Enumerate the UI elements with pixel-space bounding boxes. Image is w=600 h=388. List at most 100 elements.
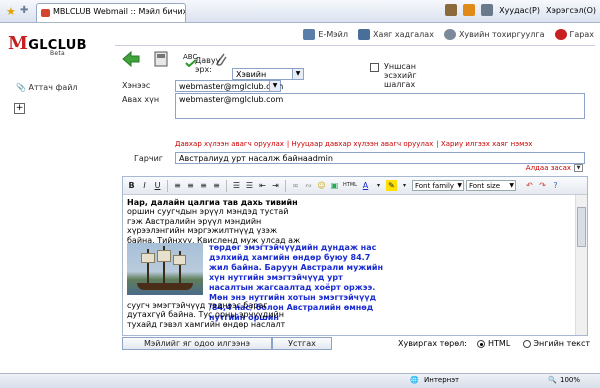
- from-label: Хэнээс: [122, 81, 151, 90]
- align-left-icon[interactable]: ≡: [172, 180, 183, 191]
- from-select[interactable]: webmaster@mglclub.com ▼: [175, 80, 283, 92]
- collapse-toggle[interactable]: Алдаа засах ▼: [526, 164, 583, 172]
- format-html-radio[interactable]: [477, 339, 486, 348]
- to-label: Авах хүн: [122, 95, 160, 104]
- feed-icon[interactable]: [463, 4, 476, 16]
- italic-button[interactable]: I: [139, 180, 150, 191]
- emoticon-icon[interactable]: ☺: [316, 180, 327, 191]
- delete-button[interactable]: Устгах: [272, 337, 332, 350]
- browser-tools: Хуудас(P) Хэрэгсэл(O): [445, 4, 596, 16]
- bold-button[interactable]: B: [126, 180, 137, 191]
- image-icon[interactable]: ▣: [329, 180, 340, 191]
- redo-icon[interactable]: ↷: [537, 180, 548, 191]
- zoom-icon[interactable]: 🔍: [548, 376, 557, 384]
- page-menu[interactable]: Хуудас(P): [499, 6, 540, 15]
- format-text-radio[interactable]: [522, 339, 531, 348]
- tab-title: MBLCLUB Webmail :: Мэйл бичих: [53, 7, 186, 16]
- nav-settings[interactable]: Хувийн тохиргуулга: [443, 29, 545, 40]
- logout-icon: [554, 29, 567, 40]
- number-list-icon[interactable]: ☰: [244, 180, 255, 191]
- format-html-label: HTML: [488, 339, 511, 348]
- body-line: дутахгүй байна. Тус орны эрчүүдийн: [127, 310, 284, 320]
- help-icon[interactable]: ?: [550, 180, 561, 191]
- save-draft-icon[interactable]: [152, 51, 170, 67]
- attach-file[interactable]: 📎 Аттач файл: [16, 83, 78, 92]
- body-line: хүрээлэнгийн мэргэжилтнүүд үзэж: [127, 226, 278, 236]
- print-icon[interactable]: [481, 4, 494, 16]
- toolbar-divider: [285, 179, 286, 192]
- scrollbar-thumb[interactable]: [577, 207, 586, 247]
- editor-scrollbar[interactable]: [575, 195, 587, 335]
- gear-icon: [443, 29, 456, 40]
- nav-email[interactable]: E-Мэйл: [303, 29, 348, 40]
- priority-select[interactable]: Хэвийн ▼: [232, 68, 304, 80]
- add-cc-link[interactable]: Давхар хүлээн авагч оруулах: [175, 140, 284, 148]
- chevron-down-icon[interactable]: ▾: [399, 180, 410, 191]
- priority-label: Давуу эрх:: [195, 56, 221, 74]
- browser-tab[interactable]: MBLCLUB Webmail :: Мэйл бичих: [36, 3, 186, 22]
- body-line: гэж Австралийн эрүүл мэндийн: [127, 216, 262, 226]
- body-line: суугч эмэгтэйчүүд тэднээс бараг: [127, 301, 268, 310]
- tab-favicon-icon: [41, 9, 50, 17]
- chevron-down-icon: ▼: [457, 182, 462, 189]
- chevron-down-icon: ▼: [509, 182, 514, 189]
- logo-letter: M: [8, 33, 29, 54]
- format-options: Хувиргах төрөл: HTML Энгийн текст: [398, 339, 590, 348]
- highlight-icon[interactable]: ✎: [386, 180, 397, 191]
- format-text-label: Энгийн текст: [533, 339, 591, 348]
- to-input[interactable]: webmaster@mglclub.com: [175, 93, 585, 119]
- tools-menu[interactable]: Хэрэгсэл(O): [546, 6, 596, 15]
- compose-footer: Мэйлийг яг одоо илгээнэ Устгах Хувиргах …: [122, 337, 590, 351]
- add-attachment-button[interactable]: +: [14, 103, 25, 114]
- home-icon[interactable]: [445, 4, 458, 16]
- globe-icon: 🌐: [410, 376, 419, 384]
- underline-button[interactable]: U: [152, 180, 163, 191]
- top-nav: E-Мэйл Хаяг хадгалах Хувийн тохиргуулга …: [303, 29, 594, 40]
- align-right-icon[interactable]: ≡: [198, 180, 209, 191]
- justify-icon[interactable]: ≡: [211, 180, 222, 191]
- body-line: тухайд гэвэл хамгийн өндөр наслалт: [127, 319, 286, 329]
- address-book-icon: [357, 29, 370, 40]
- zoom-level[interactable]: 100%: [560, 376, 580, 384]
- indent-icon[interactable]: ⇥: [270, 180, 281, 191]
- undo-icon[interactable]: ↶: [524, 180, 535, 191]
- chevron-down-icon[interactable]: ▾: [373, 180, 384, 191]
- outdent-icon[interactable]: ⇤: [257, 180, 268, 191]
- logo-beta: Beta: [50, 50, 66, 57]
- editor: Алдаа засах ▼ B I U ≡ ≡ ≡ ≡ ☰ ☰ ⇤ ⇥ ∞ ∾ ☺…: [122, 164, 588, 336]
- chevron-down-icon: ▼: [292, 69, 303, 79]
- link-icon[interactable]: ∞: [290, 180, 301, 191]
- unlink-icon[interactable]: ∾: [303, 180, 314, 191]
- editor-body[interactable]: Нар, далайн цалгиа тав дахь тивийн оршин…: [123, 195, 575, 335]
- send-now-button[interactable]: Мэйлийг яг одоо илгээнэ: [122, 337, 272, 350]
- text-color-icon[interactable]: A: [360, 180, 371, 191]
- font-size-select[interactable]: Font size ▼: [466, 180, 516, 191]
- read-receipt-checkbox[interactable]: [370, 63, 379, 72]
- add-reply-to-link[interactable]: Хариу илгээх хаяг нэмэх: [441, 140, 532, 148]
- format-label: Хувиргах төрөл:: [398, 339, 467, 348]
- add-favorites-icon[interactable]: ✚: [20, 5, 28, 16]
- align-center-icon[interactable]: ≡: [185, 180, 196, 191]
- toolbar-divider: [167, 179, 168, 192]
- bullet-list-icon[interactable]: ☰: [231, 180, 242, 191]
- toolbar-divider: [226, 179, 227, 192]
- html-source-button[interactable]: HTML: [342, 180, 358, 191]
- ship-image: [127, 243, 203, 295]
- subject-label: Гарчиг: [134, 154, 163, 163]
- email-icon: [303, 29, 316, 40]
- font-family-select[interactable]: Font family ▼: [412, 180, 464, 191]
- logo: MGLCLUB Beta: [8, 33, 87, 57]
- chevron-down-icon: ▼: [269, 81, 280, 91]
- recipient-links: Давхар хүлээн авагч оруулах | Нууцаар дав…: [175, 140, 533, 148]
- browser-tabbar: ★ ✚ MBLCLUB Webmail :: Мэйл бичих Хуудас…: [0, 0, 600, 23]
- body-heading: Нар, далайн цалгиа тав дахь тивийн: [127, 198, 298, 207]
- add-bcc-link[interactable]: Нууцаар давхар хүлээн авагч оруулах: [291, 140, 433, 148]
- webmail-page: MGLCLUB Beta E-Мэйл Хаяг хадгалах Хувийн…: [0, 23, 600, 373]
- browser-statusbar: 🌐 Интернэт 🔍 100%: [0, 373, 600, 388]
- nav-logout[interactable]: Гарах: [554, 29, 594, 40]
- editor-toolbar: B I U ≡ ≡ ≡ ≡ ☰ ☰ ⇤ ⇥ ∞ ∾ ☺ ▣ HTML A ▾ ✎…: [123, 177, 587, 195]
- send-arrow-icon[interactable]: [122, 51, 140, 67]
- nav-address-book[interactable]: Хаяг хадгалах: [357, 29, 434, 40]
- favorites-star-icon[interactable]: ★: [6, 5, 16, 18]
- subject-input[interactable]: Австралиуд урт насалж байнаadmin: [175, 152, 585, 164]
